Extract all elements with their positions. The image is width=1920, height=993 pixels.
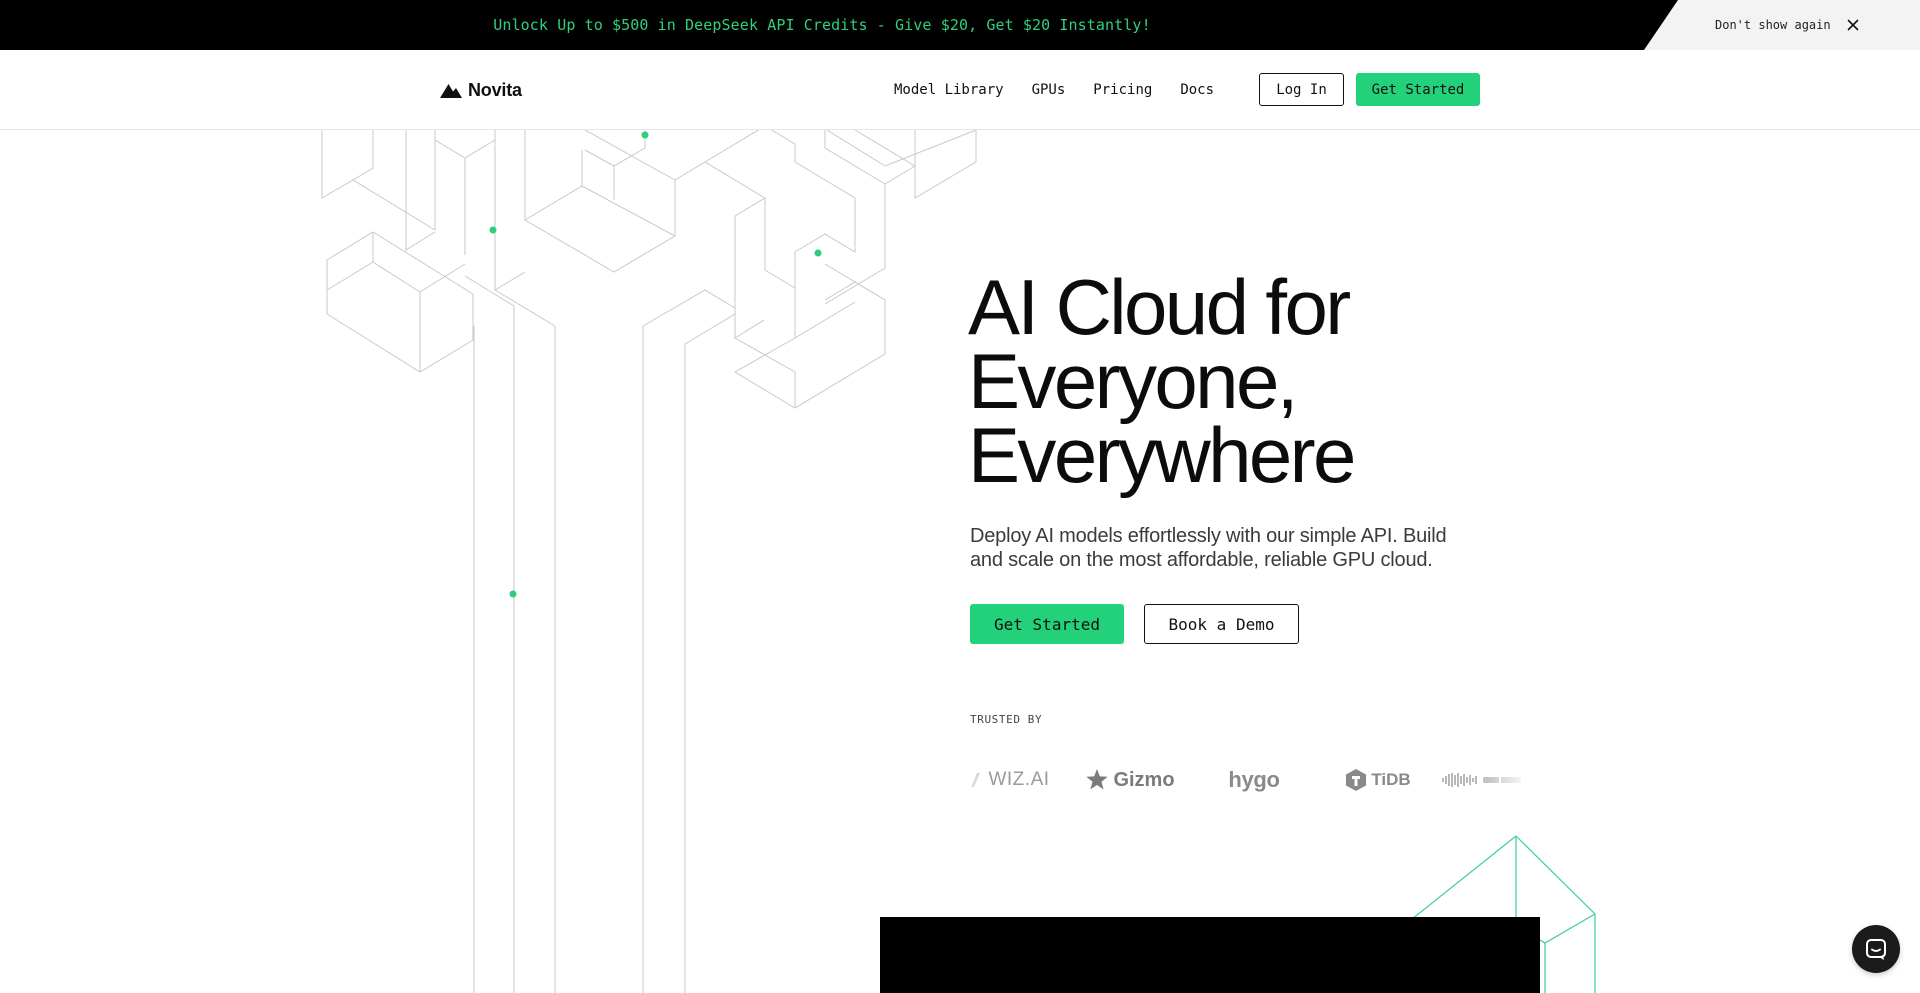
gizmo-logo-text: Gizmo xyxy=(1113,768,1175,791)
brand-logo[interactable]: Novita xyxy=(440,80,522,101)
product-preview-card xyxy=(880,917,1540,993)
nav-pricing[interactable]: Pricing xyxy=(1093,82,1152,98)
novita-logo-icon xyxy=(440,83,462,98)
dont-show-again-button[interactable]: Don't show again xyxy=(1715,0,1831,50)
promo-banner: Unlock Up to $500 in DeepSeek API Credit… xyxy=(0,0,1920,50)
promo-link[interactable]: Unlock Up to $500 in DeepSeek API Credit… xyxy=(0,0,1644,50)
logo-strip-fade-right xyxy=(1488,760,1528,800)
site-header: Novita Model Library GPUs Pricing Docs L… xyxy=(0,50,1920,130)
hygo-logo-text: hygo xyxy=(1228,767,1280,792)
hero-title: AI Cloud for Everyone, Everywhere xyxy=(968,263,1488,499)
chat-icon xyxy=(1866,939,1886,960)
customer-logo-strip: WIZ.AI Gizmo hygo TiDB xyxy=(950,760,1528,800)
close-icon[interactable] xyxy=(1845,17,1861,33)
tidb-logo-text: TiDB xyxy=(1371,770,1411,789)
main-nav: Model Library GPUs Pricing Docs xyxy=(894,50,1214,130)
hero-subtitle: Deploy AI models effortlessly with our s… xyxy=(970,525,1447,571)
hygo-logo: hygo xyxy=(1192,760,1316,800)
chat-launcher-button[interactable] xyxy=(1852,925,1900,973)
login-button[interactable]: Log In xyxy=(1259,73,1344,106)
header-get-started-button[interactable]: Get Started xyxy=(1356,73,1480,106)
hero-title-line-3: Everywhere xyxy=(968,411,1356,499)
wizai-logo-text: WIZ.AI xyxy=(988,769,1050,790)
gizmo-star-icon xyxy=(1086,769,1109,790)
hero-title-line-2: Everyone, xyxy=(968,337,1298,425)
tidb-logo: TiDB xyxy=(1316,760,1440,800)
brand-name: Novita xyxy=(468,80,522,100)
logo-strip-fade-left xyxy=(950,760,990,800)
nav-gpus[interactable]: GPUs xyxy=(1032,82,1066,98)
trusted-by-label: TRUSTED BY xyxy=(970,713,1043,726)
nav-model-library[interactable]: Model Library xyxy=(894,82,1004,98)
isometric-line-art xyxy=(321,130,1596,993)
nav-docs[interactable]: Docs xyxy=(1180,82,1214,98)
book-demo-button[interactable]: Book a Demo xyxy=(1144,604,1299,644)
hero-get-started-button[interactable]: Get Started xyxy=(970,604,1124,644)
tidb-mark-icon xyxy=(1346,769,1367,791)
gizmo-logo: Gizmo xyxy=(1068,760,1192,800)
hero-title-line-1: AI Cloud for xyxy=(968,263,1351,351)
